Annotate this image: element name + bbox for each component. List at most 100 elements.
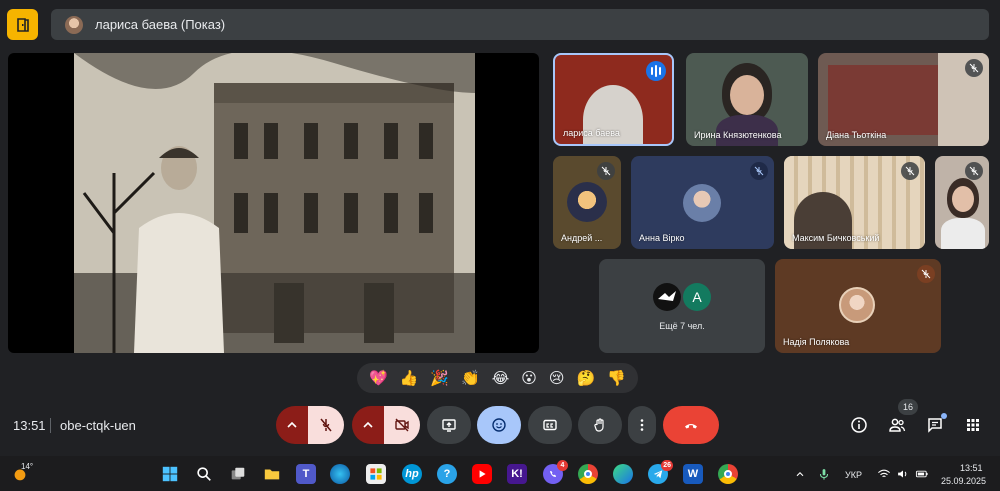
chat-button[interactable]: [924, 413, 947, 436]
mic-off-icon: [901, 162, 919, 180]
participant-avatar: [567, 182, 607, 222]
meeting-code[interactable]: obe-ctqk-uen: [60, 418, 136, 433]
people-button[interactable]: [886, 414, 908, 436]
help-icon[interactable]: ?: [437, 464, 457, 484]
participant-name: Максим Бичковський: [792, 233, 880, 243]
present-screen-button[interactable]: [427, 406, 471, 444]
kahoot-icon[interactable]: K!: [507, 464, 527, 484]
mic-off-icon: [750, 162, 768, 180]
clock-time[interactable]: 13:51: [960, 463, 983, 473]
camera-options-button[interactable]: [352, 406, 384, 444]
participant-name: лариса баева: [563, 128, 620, 138]
meeting-time: 13:51: [13, 418, 46, 433]
meeting-home-button[interactable]: [7, 9, 38, 40]
microphone-icon[interactable]: [814, 464, 834, 484]
emoji-icon: [492, 418, 506, 432]
viber-icon[interactable]: 4: [543, 460, 568, 484]
door-icon: [16, 17, 29, 32]
store-icon[interactable]: [366, 464, 386, 484]
more-vert-icon: [640, 419, 644, 431]
captions-button[interactable]: [528, 406, 572, 444]
participant-name: Андрей ...: [561, 233, 603, 243]
chat-unread-dot: [941, 413, 947, 419]
mic-off-icon: [965, 162, 983, 180]
weather-temp: 14°: [21, 462, 34, 471]
presenter-avatar: [65, 15, 83, 34]
presentation-banner[interactable]: лариса баева (Показ): [51, 9, 989, 40]
reaction-clap[interactable]: 👏: [461, 371, 480, 386]
file-explorer-icon[interactable]: [262, 464, 282, 484]
participant-tile-diana[interactable]: Діана Тьоткіна: [818, 53, 989, 146]
reaction-party[interactable]: 🎉: [430, 371, 449, 386]
camera-off-icon: [395, 418, 409, 432]
end-call-button[interactable]: [663, 406, 719, 444]
clock-date[interactable]: 25.09.2025: [941, 476, 986, 486]
input-language[interactable]: УКР: [845, 470, 862, 480]
chat-icon: [928, 418, 942, 433]
participant-tile-larisa[interactable]: лариса баева: [553, 53, 674, 146]
speaking-indicator-icon: [646, 61, 666, 81]
participant-tile-anna[interactable]: Анна Вірко: [631, 156, 774, 249]
mic-off-icon: [965, 59, 983, 77]
chevron-up-icon[interactable]: [790, 464, 810, 484]
reaction-sad[interactable]: 😢: [549, 371, 565, 386]
teams-icon[interactable]: T: [296, 464, 316, 484]
maps-app-icon[interactable]: [613, 464, 633, 484]
chevron-up-icon: [287, 421, 297, 428]
more-participants-tile[interactable]: A Ещё 7 чел.: [599, 259, 765, 353]
participant-tile-unnamed[interactable]: [935, 156, 989, 249]
participant-tile-iryna[interactable]: Ирина Князютенкова: [686, 53, 808, 146]
hand-icon: [594, 418, 604, 432]
mic-off-icon: [917, 265, 935, 283]
more-participants-label: Ещё 7 чел.: [659, 321, 705, 331]
start-icon[interactable]: [160, 464, 180, 484]
youtube-icon[interactable]: [472, 464, 492, 484]
more-options-button[interactable]: [628, 406, 656, 444]
volume-icon[interactable]: [893, 464, 913, 484]
search-icon[interactable]: [194, 464, 214, 484]
reaction-surprised[interactable]: 😮: [521, 371, 537, 386]
telegram-badge: 26: [661, 460, 673, 471]
windows-taskbar: 14° T hp ? K! 4 26 W УКР 13:51 25.09.202…: [0, 456, 1000, 491]
shared-screen: [8, 53, 539, 353]
participant-tile-andrey[interactable]: Андрей ...: [553, 156, 621, 249]
activities-button[interactable]: [962, 414, 984, 436]
shared-photo: [74, 53, 475, 353]
mic-off-icon: [597, 162, 615, 180]
participant-avatar: [683, 184, 721, 222]
battery-icon[interactable]: [912, 464, 932, 484]
meeting-info-button[interactable]: [848, 414, 870, 436]
chrome-profile-icon[interactable]: [718, 464, 738, 484]
hang-up-icon: [685, 424, 697, 429]
presenter-title: лариса баева (Показ): [95, 17, 226, 32]
divider: [50, 418, 51, 433]
participant-avatar: [839, 287, 875, 323]
participant-name: Надія Полякова: [783, 337, 850, 347]
mic-options-button[interactable]: [276, 406, 308, 444]
participant-avatar-letter: A: [683, 283, 711, 311]
wifi-icon[interactable]: [874, 464, 894, 484]
participant-tile-nadia[interactable]: Надія Полякова: [775, 259, 941, 353]
chevron-up-icon: [363, 421, 373, 428]
chrome-icon[interactable]: [578, 464, 598, 484]
task-view-icon[interactable]: [228, 464, 248, 484]
hp-icon[interactable]: hp: [402, 464, 422, 484]
present-screen-icon: [442, 419, 456, 432]
captions-icon: [543, 419, 557, 431]
reaction-thinking[interactable]: 🤔: [577, 371, 596, 386]
word-icon[interactable]: W: [683, 464, 703, 484]
raise-hand-button[interactable]: [578, 406, 622, 444]
reaction-thumbs-up[interactable]: 👍: [400, 371, 419, 386]
mic-toggle-button[interactable]: [308, 406, 344, 444]
reaction-thumbs-down[interactable]: 👎: [607, 371, 626, 386]
participant-tile-maksym[interactable]: Максим Бичковський: [784, 156, 925, 249]
info-icon: [851, 417, 867, 433]
telegram-icon[interactable]: 26: [648, 460, 673, 484]
reaction-laugh[interactable]: 😂: [492, 371, 510, 386]
reactions-button[interactable]: [477, 406, 521, 444]
camera-toggle-button[interactable]: [384, 406, 420, 444]
edge-icon[interactable]: [330, 464, 350, 484]
reaction-heart[interactable]: 💖: [369, 371, 388, 386]
participant-name: Діана Тьоткіна: [826, 130, 887, 140]
people-icon: [889, 418, 906, 432]
